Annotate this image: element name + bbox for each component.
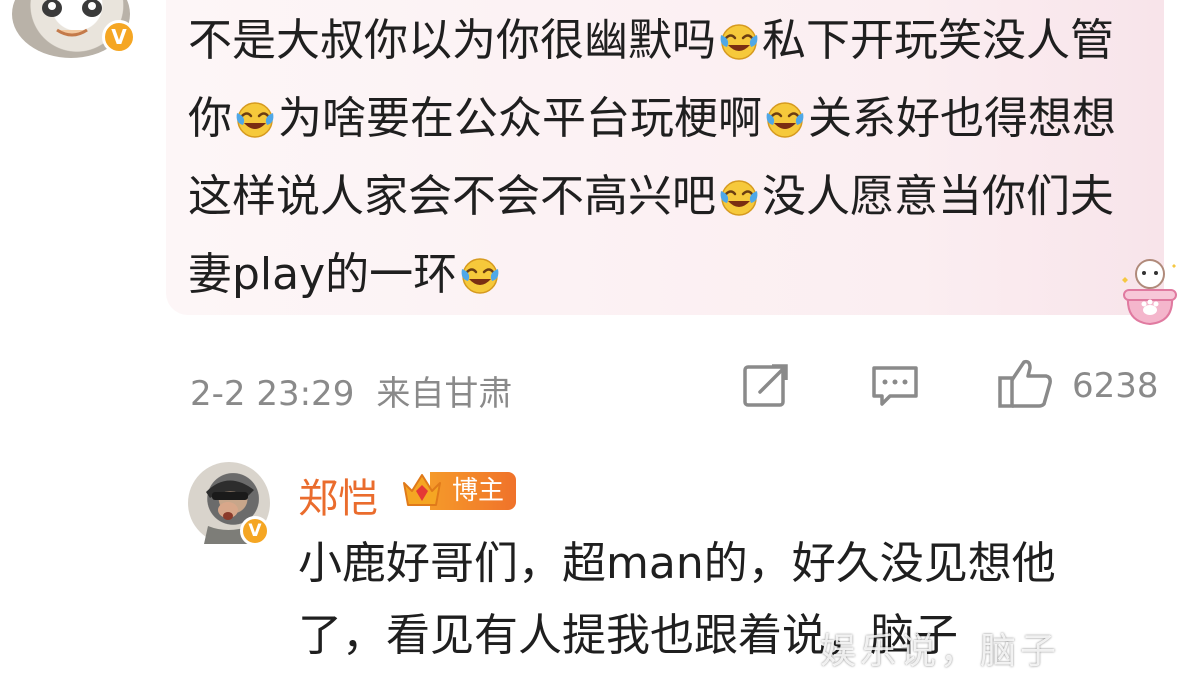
reply-author-name[interactable]: 郑恺 xyxy=(298,466,378,524)
crown-icon xyxy=(403,474,441,506)
like-count: 6238 xyxy=(1072,366,1159,406)
laugh-cry-emoji xyxy=(459,242,501,294)
edit-repost-icon xyxy=(743,364,788,407)
reply-verified-badge-icon: V xyxy=(240,516,270,546)
laugh-cry-emoji xyxy=(718,8,760,60)
thumbs-up-icon xyxy=(998,359,1052,408)
comment-time: 2-2 23:29 xyxy=(190,374,355,414)
comment-icon xyxy=(872,366,918,406)
verified-badge-icon: V xyxy=(102,20,136,54)
comment-meta: 2-2 23:29 来自甘肃 xyxy=(190,366,534,415)
comment-text-segment: 不是大叔你以为你很幽默吗 xyxy=(188,15,716,66)
repost-button[interactable] xyxy=(742,362,790,412)
laugh-cry-emoji xyxy=(718,164,760,216)
cat-sticker-icon xyxy=(1122,259,1177,326)
watermark: 娱乐说，脑子 xyxy=(820,631,1061,672)
comment-button[interactable] xyxy=(870,362,920,412)
laugh-cry-emoji xyxy=(764,86,806,138)
comment-location: 来自甘肃 xyxy=(376,374,513,414)
comment-text-segment: 为啥要在公众平台玩梗啊 xyxy=(278,93,762,144)
comment-text: 不是大叔你以为你很幽默吗 私下开玩笑没人管你 为啥要在公众平台玩梗啊 关系好也得… xyxy=(188,2,1133,314)
laugh-cry-emoji xyxy=(234,86,276,138)
like-button[interactable] xyxy=(996,358,1054,414)
blogger-badge: 博主 xyxy=(400,470,517,512)
